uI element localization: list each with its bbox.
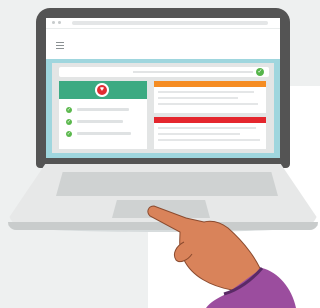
panel-text-line (158, 91, 254, 93)
info-panel-red (154, 117, 266, 149)
card-header: ♥ (59, 81, 147, 99)
heart-badge: ♥ (95, 83, 109, 97)
info-panels (154, 81, 266, 149)
toolbar-placeholder-text (133, 71, 253, 73)
hand-illustration (147, 205, 296, 308)
panel-text-line (158, 103, 258, 105)
nav-back-icon[interactable] (52, 21, 55, 24)
checklist-item-line (77, 132, 131, 135)
check-circle-icon: ✓ (66, 107, 72, 113)
checklist-item-line (77, 108, 129, 111)
check-circle-icon: ✓ (66, 119, 72, 125)
check-circle-icon: ✓ (66, 131, 72, 137)
app-header (46, 28, 280, 59)
heart-pulse-icon: ♥ (97, 85, 107, 95)
laptop-screen: ✓ ♥ ✓ ✓ ✓ (46, 18, 280, 158)
checklist-item-line (77, 120, 123, 123)
health-checklist-card: ♥ ✓ ✓ ✓ (59, 81, 147, 149)
panel-text-line (158, 127, 256, 129)
browser-titlebar (46, 18, 280, 28)
pointing-hand (147, 205, 265, 291)
dashboard-toolbar: ✓ (59, 67, 269, 77)
address-bar[interactable] (72, 21, 268, 25)
keyboard[interactable] (56, 172, 278, 196)
panel-text-line (158, 133, 240, 135)
info-panel-orange (154, 81, 266, 113)
check-circle-icon[interactable]: ✓ (256, 68, 264, 76)
panel-header-bar (154, 117, 266, 123)
dashboard-window: ✓ ♥ ✓ ✓ ✓ (52, 63, 274, 153)
panel-header-bar (154, 81, 266, 87)
nav-forward-icon[interactable] (58, 21, 61, 24)
panel-text-line (158, 139, 260, 141)
panel-text-line (158, 97, 238, 99)
hamburger-icon[interactable] (56, 42, 64, 51)
